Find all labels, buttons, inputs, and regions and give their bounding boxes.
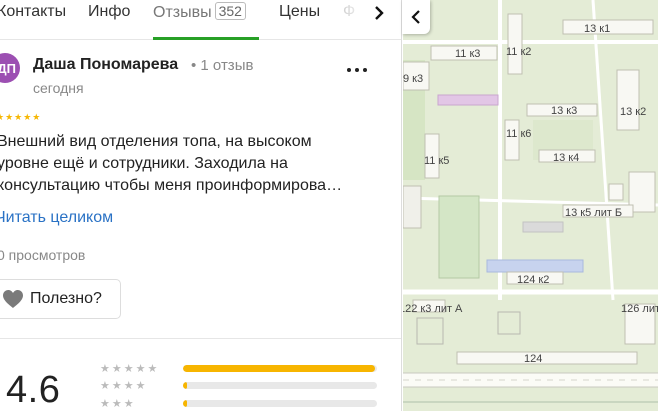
rating-distribution-row[interactable]: ★★★★ bbox=[100, 380, 380, 392]
review-text-line: уровне ещё и сотрудники. Заходила на bbox=[0, 155, 288, 172]
map-building-label: 9 к3 bbox=[403, 73, 423, 85]
stars-label: ★★★ bbox=[100, 398, 136, 410]
distribution-bar bbox=[183, 400, 377, 407]
tabs-next-button[interactable] bbox=[368, 0, 390, 26]
chevron-left-icon bbox=[411, 10, 420, 24]
map-building-label: 124 к2 bbox=[517, 274, 549, 286]
review-date: сегодня bbox=[33, 80, 84, 96]
distribution-fill bbox=[183, 400, 187, 407]
map-canvas[interactable]: 13 к1 11 к3 11 к2 9 к3 13 к2 13 к3 11 к6… bbox=[403, 0, 658, 411]
useful-button[interactable]: Полезно? bbox=[0, 279, 121, 319]
map-building-label: 11 к3 bbox=[455, 48, 480, 60]
distribution-fill bbox=[183, 382, 187, 389]
tab-reviews-count: 352 bbox=[214, 2, 246, 20]
tabs-bar: Контакты Инфо Отзывы352 Цены Ф bbox=[0, 0, 401, 40]
review-author[interactable]: Даша Пономарева bbox=[33, 56, 178, 74]
tab-contacts[interactable]: Контакты bbox=[0, 2, 66, 22]
distribution-fill bbox=[183, 365, 376, 372]
map-building-label: 124 bbox=[524, 353, 542, 365]
tab-reviews[interactable]: Отзывы 352 bbox=[153, 2, 246, 23]
active-tab-indicator bbox=[153, 37, 259, 40]
stars-label: ★★★★★ bbox=[100, 363, 160, 375]
map-building-label: 13 к5 лит Б bbox=[565, 207, 622, 219]
more-dot-icon bbox=[355, 68, 359, 72]
distribution-bar bbox=[183, 365, 377, 372]
section-divider bbox=[0, 338, 401, 339]
average-rating: 4.6 bbox=[6, 369, 61, 411]
review-text-line: консультацию чтобы меня проинформирова… bbox=[0, 177, 343, 194]
map-building-label: 13 к1 bbox=[584, 23, 610, 35]
map-view[interactable]: 13 к1 11 к3 11 к2 9 к3 13 к2 13 к3 11 к6… bbox=[403, 0, 658, 411]
map-building-label: 11 к2 bbox=[506, 46, 531, 58]
place-card-panel: Контакты Инфо Отзывы352 Цены Ф ДП Даша П… bbox=[0, 0, 402, 411]
map-building-label: 13 к4 bbox=[553, 152, 579, 164]
more-dot-icon bbox=[363, 68, 367, 72]
map-building-label: 11 к6 bbox=[506, 128, 531, 140]
stars-label: ★★★★ bbox=[100, 380, 148, 392]
views-count: 0 просмотров bbox=[0, 247, 86, 263]
map-building-label: 11 к5 bbox=[424, 155, 449, 167]
tab-info[interactable]: Инфо bbox=[88, 2, 130, 22]
map-building-label: 122 к3 лит А bbox=[403, 303, 463, 315]
review-text: Внешний вид отделения топа, на высоком у… bbox=[0, 131, 393, 197]
tab-prices[interactable]: Цены bbox=[279, 2, 320, 22]
chevron-right-icon bbox=[375, 6, 384, 20]
tab-reviews-label: Отзывы bbox=[153, 4, 212, 21]
distribution-bar bbox=[183, 382, 377, 389]
collapse-panel-button[interactable] bbox=[402, 0, 430, 34]
heart-icon bbox=[3, 290, 23, 308]
map-building-label: 13 к2 bbox=[620, 106, 646, 118]
tabs-fade bbox=[330, 0, 401, 34]
more-options-button[interactable] bbox=[344, 62, 370, 78]
avatar[interactable]: ДП bbox=[0, 53, 20, 83]
map-building-label: 126 лит bbox=[621, 303, 658, 315]
map-building-label: 13 к3 bbox=[551, 105, 577, 117]
more-dot-icon bbox=[347, 68, 351, 72]
rating-distribution-row[interactable]: ★★★★★ bbox=[100, 363, 380, 375]
author-review-count: • 1 отзыв bbox=[191, 57, 254, 74]
review-rating-stars: ★★★★★ bbox=[0, 112, 42, 122]
read-more-link[interactable]: Читать целиком bbox=[0, 209, 113, 227]
review-text-line: Внешний вид отделения топа, на высоком bbox=[0, 133, 312, 150]
rating-distribution-row[interactable]: ★★★ bbox=[100, 398, 380, 410]
useful-button-label: Полезно? bbox=[30, 290, 102, 307]
